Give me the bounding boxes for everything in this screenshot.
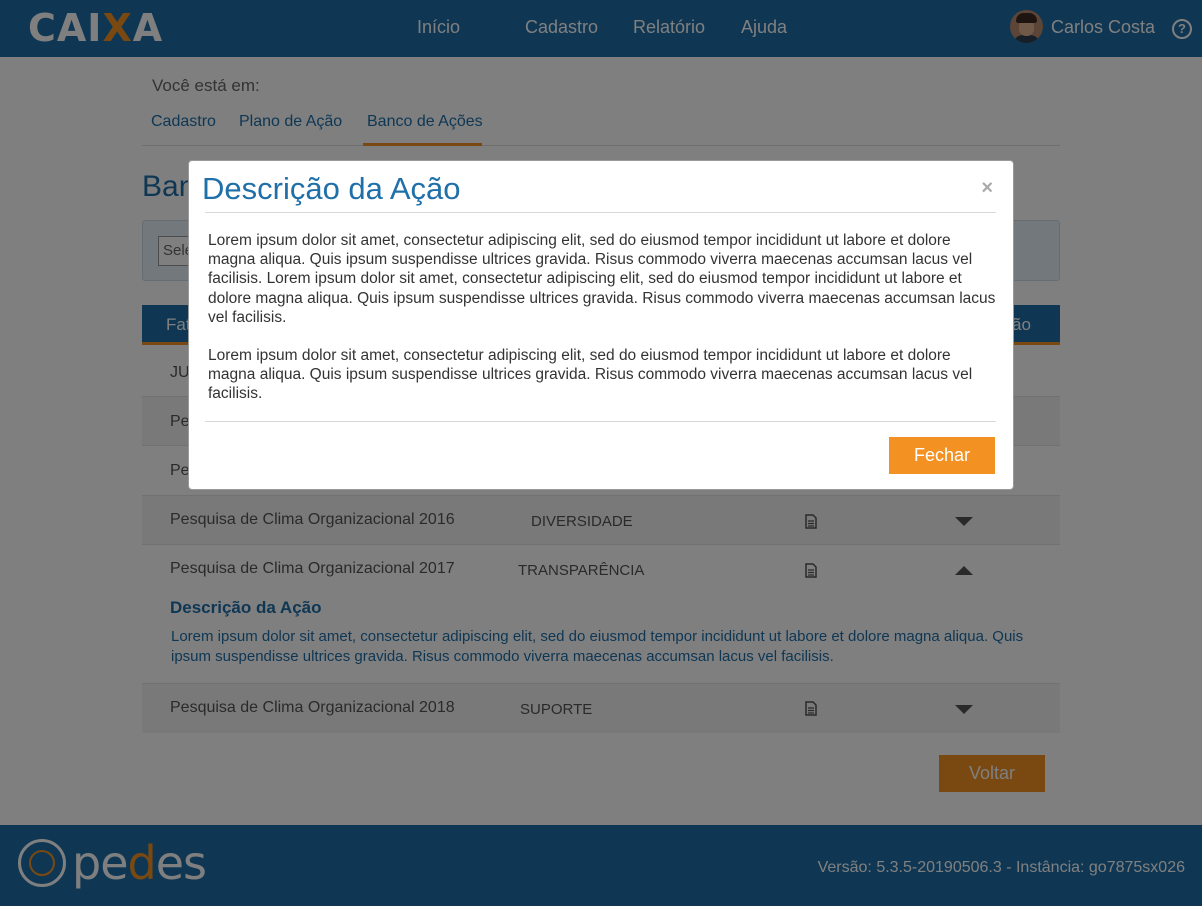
close-icon[interactable]: × — [981, 177, 993, 200]
modal-divider-top — [205, 212, 996, 213]
description-modal: Descrição da Ação × Lorem ipsum dolor si… — [188, 160, 1014, 490]
modal-body: Lorem ipsum dolor sit amet, consectetur … — [208, 231, 998, 423]
fechar-button[interactable]: Fechar — [889, 437, 995, 474]
modal-paragraph: Lorem ipsum dolor sit amet, consectetur … — [208, 347, 973, 403]
modal-divider-bottom — [205, 421, 996, 422]
modal-paragraph: Lorem ipsum dolor sit amet, consectetur … — [208, 232, 996, 326]
modal-title: Descrição da Ação — [202, 171, 461, 206]
